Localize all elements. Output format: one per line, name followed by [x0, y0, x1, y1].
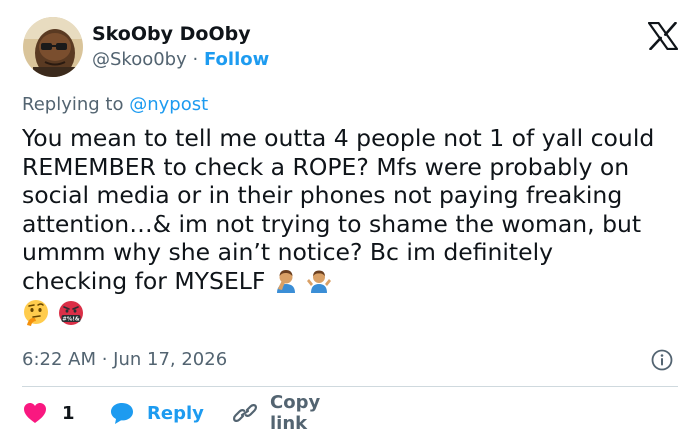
follow-button[interactable]: Follow: [204, 49, 269, 70]
man-facepalming-emoji: [273, 267, 299, 300]
avatar[interactable]: [23, 17, 83, 77]
author-name[interactable]: SkoOby DoOby: [92, 22, 251, 46]
replying-mention-link[interactable]: @nypost: [129, 94, 208, 115]
copy-link-button[interactable]: Copy link: [232, 392, 320, 434]
divider: [22, 386, 678, 387]
x-logo-icon[interactable]: [647, 21, 679, 51]
like-count: 1: [62, 402, 75, 424]
man-shrugging-emoji: [306, 267, 332, 300]
tweet-text: You mean to tell me outta 4 people not 1…: [22, 124, 662, 334]
reply-button[interactable]: Reply: [109, 400, 204, 426]
symbols-text: #%!&: [63, 317, 81, 323]
face-with-symbols-on-mouth-emoji: #%!&: [57, 299, 85, 334]
timestamp[interactable]: 6:22 AM · Jun 17, 2026: [22, 348, 227, 372]
tweet-body: You mean to tell me outta 4 people not 1…: [22, 124, 662, 295]
replying-prefix: Replying to: [22, 94, 130, 115]
replying-to: Replying to @nypost: [22, 93, 208, 117]
speech-bubble-icon: [109, 401, 135, 425]
thinking-face-emoji: [22, 299, 50, 334]
copy-link-label: Copy link: [270, 392, 321, 434]
separator-dot: ·: [192, 49, 199, 70]
link-icon: [232, 401, 258, 425]
author-handle-row: @Skoo0by · Follow: [92, 48, 269, 72]
heart-icon: [22, 401, 48, 425]
like-button[interactable]: 1: [22, 400, 75, 426]
info-icon[interactable]: [651, 349, 673, 371]
tweet-card: SkoOby DoOby @Skoo0by · Follow Replying …: [0, 0, 700, 440]
author-handle[interactable]: @Skoo0by: [92, 49, 187, 70]
reply-label: Reply: [147, 402, 204, 424]
